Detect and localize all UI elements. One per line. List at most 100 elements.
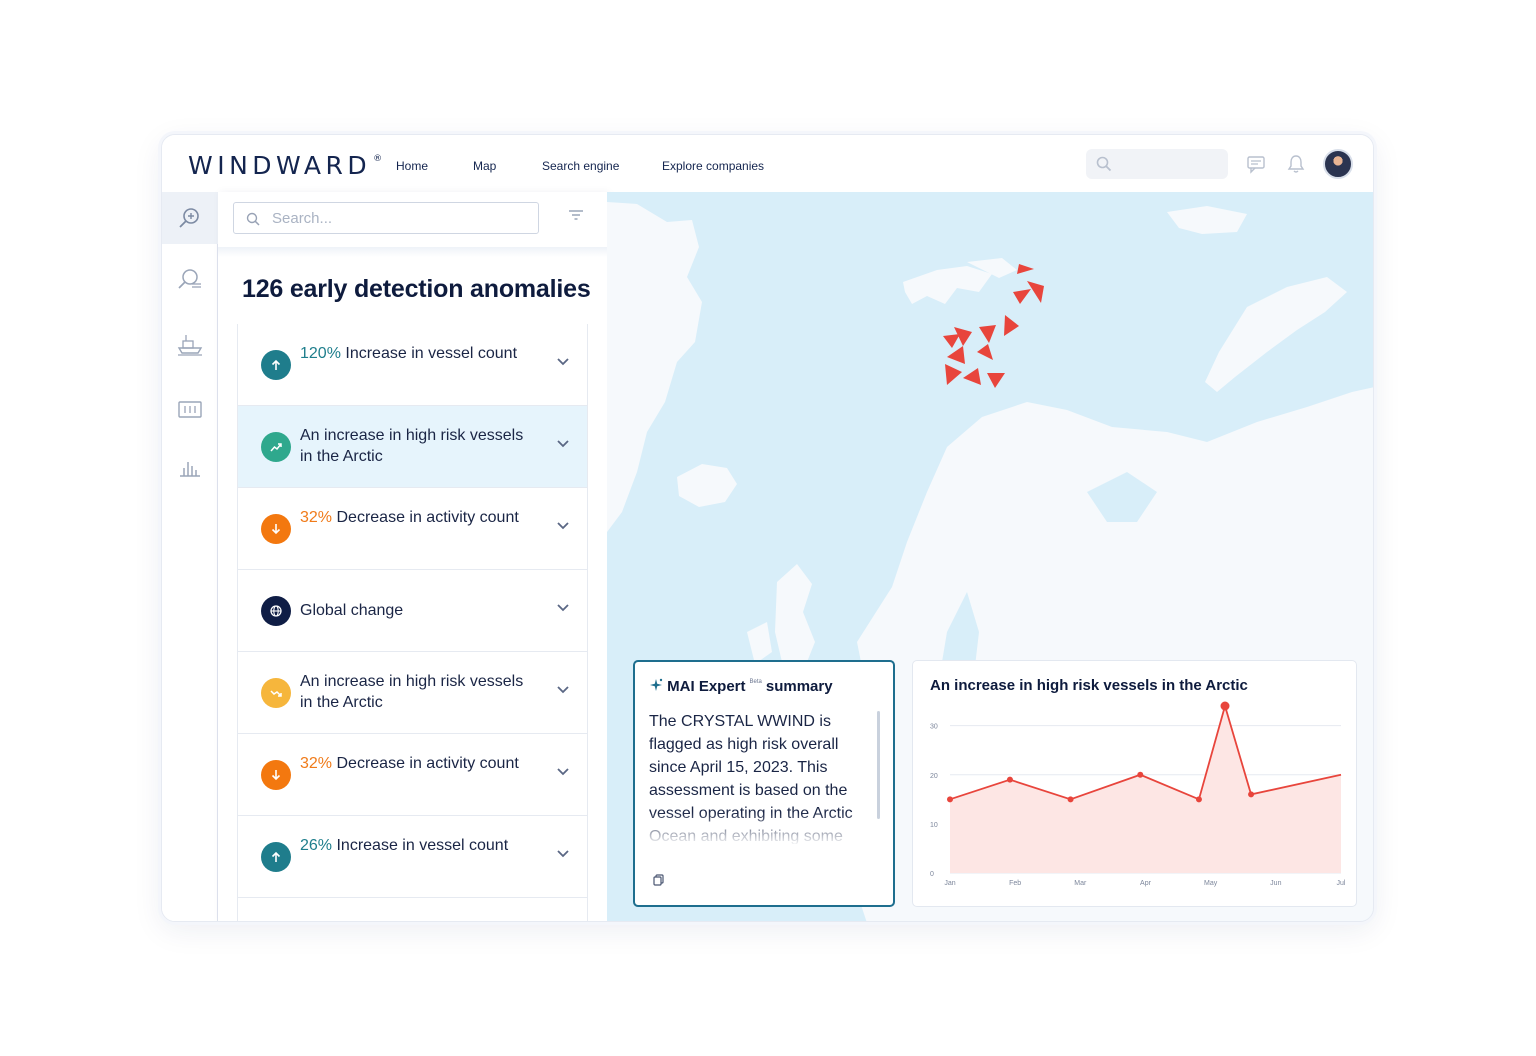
chart-card: An increase in high risk vessels in the … [912,660,1357,907]
chevron-down-icon[interactable] [556,767,570,776]
data-point [1248,791,1255,798]
rail-reports[interactable] [162,384,218,436]
anomaly-label: Increase in vessel count [336,837,509,854]
data-point [1220,701,1230,711]
panel-title: 126 early detection anomalies [242,275,591,303]
rail-search-add[interactable] [162,192,218,244]
x-tick-label: Jul [1337,880,1346,887]
vessel-marker [1017,264,1034,274]
anomaly-list: 120% Increase in vessel count An increas… [237,324,588,921]
data-point [1195,796,1202,803]
anomaly-item[interactable]: Global change [238,570,587,652]
nav-search-engine[interactable]: Search engine [542,159,619,173]
anomaly-label: Global change [300,602,404,619]
messages-icon[interactable] [1246,154,1266,174]
vessel-marker [979,325,996,343]
anomaly-label: Decrease in activity count [336,755,519,772]
anomaly-label: An increase in high risk vessels in the … [300,673,524,711]
chevron-down-icon[interactable] [556,603,570,612]
x-tick-label: May [1204,880,1218,887]
nav-home[interactable]: Home [396,159,428,173]
franz-josef-land [1167,206,1247,234]
anomaly-item[interactable]: 26% Increase in vessel count [238,816,587,898]
nav-map[interactable]: Map [473,159,496,173]
mai-expert-card: MAI Expert Beta summary The CRYSTAL WWIND … [633,660,895,907]
filter-icon[interactable] [568,209,584,221]
bar-chart-icon [180,462,200,477]
app-window: WINDWARD ® Home Map Search engine Explore… [161,134,1374,922]
data-point [947,796,953,803]
anomaly-label: Increase in vessel count [345,345,518,362]
vessel-marker [947,346,965,364]
mai-header: MAI Expert Beta summary [649,678,833,695]
chevron-down-icon[interactable] [556,685,570,694]
mai-title: MAI Expert [667,678,746,695]
anomaly-text: An increase in high risk vessels in the … [300,671,540,713]
arrow-down-icon [261,760,291,790]
chevron-down-icon[interactable] [556,439,570,448]
vessel-marker [1027,281,1044,303]
rail-vessels[interactable] [162,318,218,370]
anomalies-panel: 126 early detection anomalies 120% Incre… [218,192,655,921]
vessel-marker [977,344,993,360]
anomaly-item[interactable]: 32% Decrease in activity count [238,734,587,816]
anomaly-percent: 26% [300,837,333,854]
y-tick-label: 20 [930,773,938,780]
arrow-up-icon [261,350,291,380]
anomaly-item[interactable]: An increase in high risk vessels in the … [238,652,587,734]
copy-icon[interactable] [653,874,665,886]
panel-divider [218,247,607,257]
chevron-down-icon[interactable] [556,849,570,858]
vessel-marker [1013,289,1031,304]
rail-analytics[interactable] [162,442,218,494]
x-tick-label: Jan [944,880,955,887]
mai-scrollbar[interactable] [877,711,880,819]
rail-search-list[interactable] [162,254,218,306]
anomaly-text: An increase in high risk vessels in the … [300,425,540,467]
vessel-marker [1004,315,1019,336]
y-tick-label: 30 [930,724,938,731]
text-fade [645,812,875,852]
y-tick-label: 10 [930,822,938,829]
risk-chart: 0 10 20 30 Jan Feb Mar Apr May Jun Jul [930,701,1346,887]
search-icon [1096,156,1112,172]
anomaly-item-selected[interactable]: An increase in high risk vessels in the … [238,406,587,488]
vessel-marker [963,368,981,385]
search-icon [246,212,260,226]
chevron-down-icon[interactable] [556,357,570,366]
arrow-up-icon [261,842,291,872]
x-tick-label: Jun [1270,880,1281,887]
anomaly-item[interactable]: 32% Decrease in activity count [238,488,587,570]
vessel-marker [987,373,1005,388]
columns-icon [178,401,202,418]
anomaly-percent: 32% [300,755,333,772]
sparkle-icon [650,678,663,691]
search-plus-icon [179,208,199,228]
anomaly-item[interactable]: 120% Increase in vessel count [238,324,587,406]
nav-explore-companies[interactable]: Explore companies [662,159,764,173]
anomaly-percent: 120% [300,345,341,362]
anomaly-text: 32% Decrease in activity count [300,753,540,774]
global-search-input[interactable] [1086,149,1228,179]
anomaly-label: An increase in high risk vessels in the … [300,427,524,465]
top-navigation: WINDWARD ® Home Map Search engine Explore… [162,135,1373,192]
svalbard-landmass [903,266,992,304]
left-rail [162,192,218,921]
chevron-down-icon[interactable] [556,521,570,530]
arrow-down-icon [261,514,291,544]
vessel-marker [943,334,960,348]
anomaly-search[interactable] [233,202,539,234]
search-list-icon [178,269,201,289]
trend-icon [261,678,291,708]
bell-icon[interactable] [1286,154,1306,174]
novaya-zemlya [1205,277,1347,392]
anomaly-text: 32% Decrease in activity count [300,507,540,528]
anomaly-search-input[interactable] [272,207,527,229]
user-avatar[interactable] [1323,149,1353,179]
windward-logo[interactable]: WINDWARD ® [188,151,382,180]
trend-up-icon [261,432,291,462]
anomaly-label: Decrease in activity count [336,509,519,526]
y-tick-label: 0 [930,871,934,878]
anomaly-percent: 32% [300,509,333,526]
mai-title-suffix: summary [765,678,833,695]
